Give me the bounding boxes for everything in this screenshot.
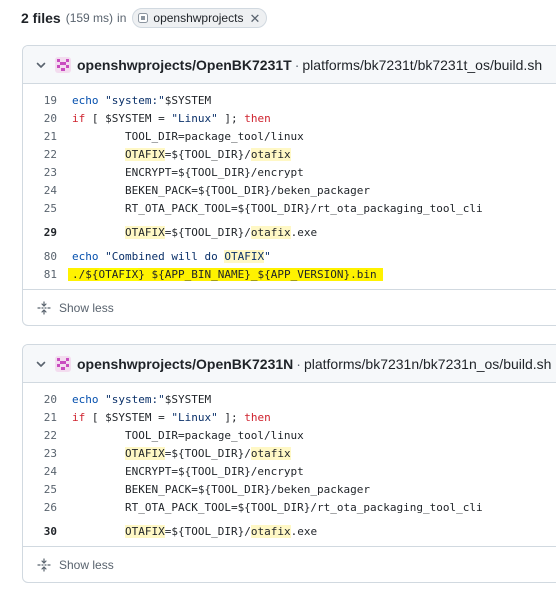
line-number[interactable]: 22 (23, 148, 72, 161)
file-path-link[interactable]: platforms/bk7231t/bk7231t_os/build.sh (302, 57, 542, 73)
results-timing: (159 ms) (65, 11, 114, 25)
file-result-card: openshwprojects/OpenBK7231N · platforms/… (22, 344, 556, 583)
line-number[interactable]: 26 (23, 501, 72, 514)
line-number[interactable]: 21 (23, 130, 72, 143)
code-line: 26 RT_OTA_PACK_TOOL=${TOOL_DIR}/rt_ota_p… (23, 498, 556, 516)
code-line: 29 OTAFIX=${TOOL_DIR}/otafix.exe (23, 223, 556, 241)
code-snippet: 19 echo "system:"$SYSTEM 20 if [ $SYSTEM… (23, 84, 556, 283)
path-separator: · (296, 355, 301, 372)
code-line: 21 TOOL_DIR=package_tool/linux (23, 127, 556, 145)
code-line: 25 BEKEN_PACK=${TOOL_DIR}/beken_packager (23, 480, 556, 498)
show-less-label: Show less (59, 300, 114, 315)
path-separator: · (294, 56, 300, 73)
line-number[interactable]: 25 (23, 483, 72, 496)
code-line: 21 if [ $SYSTEM = "Linux" ]; then (23, 408, 556, 426)
code-line: 23 ENCRYPT=${TOOL_DIR}/encrypt (23, 163, 556, 181)
code-line: 19 echo "system:"$SYSTEM (23, 91, 556, 109)
fold-icon (37, 300, 51, 315)
code-line: 22 OTAFIX=${TOOL_DIR}/otafix (23, 145, 556, 163)
repo-avatar-icon (55, 56, 71, 73)
code-line: 22 TOOL_DIR=package_tool/linux (23, 426, 556, 444)
chevron-down-icon[interactable] (35, 358, 47, 370)
line-number[interactable]: 22 (23, 429, 72, 442)
line-number[interactable]: 29 (23, 226, 72, 239)
results-in-label: in (117, 11, 127, 25)
file-result-header: openshwprojects/OpenBK7231T · platforms/… (23, 46, 556, 84)
fold-icon (37, 557, 51, 572)
repo-link[interactable]: openshwprojects/OpenBK7231N (77, 356, 293, 372)
line-number[interactable]: 24 (23, 184, 72, 197)
repo-link[interactable]: openshwprojects/OpenBK7231T (77, 57, 292, 73)
line-number[interactable]: 19 (23, 94, 72, 107)
repo-avatar-icon (55, 355, 71, 372)
results-header: 2 files (159 ms) in openshwprojects ✕ (21, 7, 268, 29)
code-line: 80 echo "Combined will do OTAFIX" (23, 247, 556, 265)
show-less-button[interactable]: Show less (23, 289, 556, 325)
code-line-selected: 81 ./${OTAFIX} ${APP_BIN_NAME}_${APP_VER… (23, 265, 556, 283)
line-number[interactable]: 80 (23, 250, 72, 263)
code-line: 30 OTAFIX=${TOOL_DIR}/otafix.exe (23, 522, 556, 540)
code-line: 20 echo "system:"$SYSTEM (23, 390, 556, 408)
org-icon (138, 13, 149, 23)
code-line: 24 ENCRYPT=${TOOL_DIR}/encrypt (23, 462, 556, 480)
line-number[interactable]: 81 (23, 268, 72, 281)
show-less-label: Show less (59, 557, 114, 572)
line-number[interactable]: 20 (23, 393, 72, 406)
code-line: 24 BEKEN_PACK=${TOOL_DIR}/beken_packager (23, 181, 556, 199)
line-number[interactable]: 25 (23, 202, 72, 215)
chevron-down-icon[interactable] (35, 59, 47, 71)
file-path-link[interactable]: platforms/bk7231n/bk7231n_os/build.sh (304, 356, 552, 372)
code-line: 20 if [ $SYSTEM = "Linux" ]; then (23, 109, 556, 127)
line-number[interactable]: 21 (23, 411, 72, 424)
line-number[interactable]: 20 (23, 112, 72, 125)
line-number[interactable]: 23 (23, 166, 72, 179)
file-result-card: openshwprojects/OpenBK7231T · platforms/… (22, 45, 556, 326)
filter-chip-label: openshwprojects (153, 11, 244, 25)
results-count: 2 files (21, 10, 61, 26)
filter-chip[interactable]: openshwprojects ✕ (132, 8, 268, 28)
file-result-header: openshwprojects/OpenBK7231N · platforms/… (23, 345, 556, 383)
close-icon[interactable]: ✕ (249, 12, 260, 25)
line-number[interactable]: 30 (23, 525, 72, 538)
code-snippet: 20 echo "system:"$SYSTEM 21 if [ $SYSTEM… (23, 383, 556, 540)
line-number[interactable]: 23 (23, 447, 72, 460)
show-less-button[interactable]: Show less (23, 546, 556, 582)
code-line: 23 OTAFIX=${TOOL_DIR}/otafix (23, 444, 556, 462)
line-number[interactable]: 24 (23, 465, 72, 478)
code-line: 25 RT_OTA_PACK_TOOL=${TOOL_DIR}/rt_ota_p… (23, 199, 556, 217)
